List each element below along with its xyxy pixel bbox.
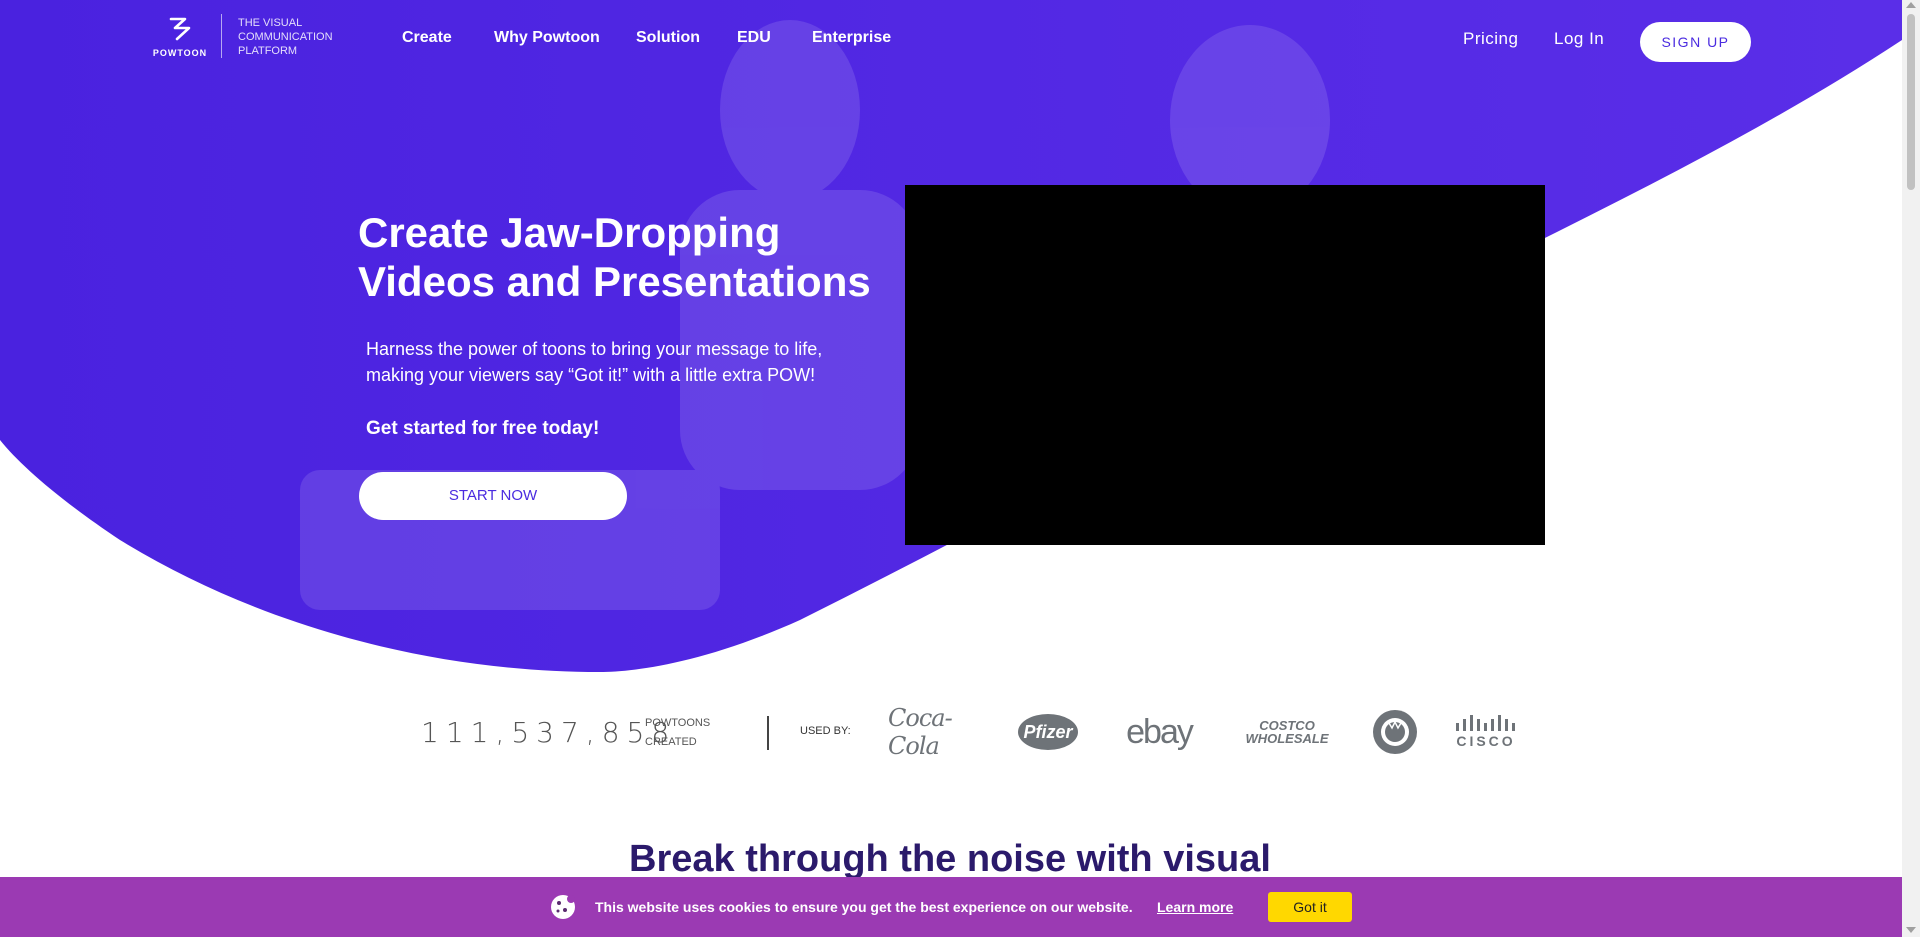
powtoon-logo-icon xyxy=(169,17,191,41)
cisco-logo: CISCO xyxy=(1454,712,1518,752)
starbucks-logo-icon xyxy=(1373,710,1417,754)
cookie-consent-bar: This website uses cookies to ensure you … xyxy=(0,877,1902,937)
scroll-down-arrow-icon[interactable] xyxy=(1906,927,1916,933)
page-scrollbar[interactable] xyxy=(1902,0,1920,937)
hero-video-player[interactable] xyxy=(905,185,1545,545)
nav-why-powtoon[interactable]: Why Powtoon xyxy=(494,29,600,47)
used-by-label: USED BY: xyxy=(800,725,851,737)
powtoons-counter: 111,537,858 xyxy=(421,716,677,749)
starbucks-logo xyxy=(1372,710,1418,754)
costco-logo-text: COSTCO WHOLESALE xyxy=(1245,718,1329,746)
start-now-button[interactable]: START NOW xyxy=(359,472,627,520)
nav-edu[interactable]: EDU xyxy=(737,29,771,47)
page: POWTOON THE VISUAL COMMUNICATION PLATFOR… xyxy=(0,0,1902,937)
nav-solution[interactable]: Solution xyxy=(636,29,700,47)
coca-cola-logo: Coca-Cola xyxy=(888,704,980,760)
nav-enterprise[interactable]: Enterprise xyxy=(812,29,891,47)
login-link[interactable]: Log In xyxy=(1554,29,1604,49)
pfizer-logo: Pfizer xyxy=(1018,712,1078,752)
logo-wordmark: POWTOON xyxy=(152,48,208,58)
scroll-up-arrow-icon[interactable] xyxy=(1906,2,1916,8)
ebay-logo: ebay xyxy=(1114,712,1204,752)
cookie-message: This website uses cookies to ensure you … xyxy=(595,899,1133,915)
nav-create[interactable]: Create xyxy=(402,29,452,47)
brand-tagline: THE VISUAL COMMUNICATION PLATFORM xyxy=(238,17,333,57)
stats-divider xyxy=(767,716,769,750)
cisco-bars-icon xyxy=(1456,715,1515,731)
ebay-logo-text: ebay xyxy=(1126,712,1194,751)
hero-subtext: Harness the power of toons to bring your… xyxy=(366,339,823,385)
top-navigation: POWTOON THE VISUAL COMMUNICATION PLATFOR… xyxy=(0,0,1902,80)
cookie-learn-more-link[interactable]: Learn more xyxy=(1157,899,1233,915)
nav-pricing[interactable]: Pricing xyxy=(1463,29,1518,49)
signup-button[interactable]: SIGN UP xyxy=(1640,22,1751,62)
hero-cta-text: Get started for free today! xyxy=(366,418,600,439)
pfizer-logo-text: Pfizer xyxy=(1023,721,1073,742)
cookie-icon xyxy=(551,895,575,919)
coca-cola-logo-text: Coca-Cola xyxy=(888,704,953,760)
hero-headline: Create Jaw-Dropping Videos and Presentat… xyxy=(358,209,871,305)
counter-label: POWTOONS CREATED xyxy=(645,717,711,748)
scrollbar-thumb[interactable] xyxy=(1907,14,1915,190)
costco-logo: COSTCO WHOLESALE xyxy=(1238,712,1336,752)
powtoon-logo[interactable]: POWTOON xyxy=(150,16,210,60)
cookie-accept-button[interactable]: Got it xyxy=(1268,892,1352,922)
cisco-logo-text: CISCO xyxy=(1456,733,1516,749)
logo-divider xyxy=(221,14,222,58)
